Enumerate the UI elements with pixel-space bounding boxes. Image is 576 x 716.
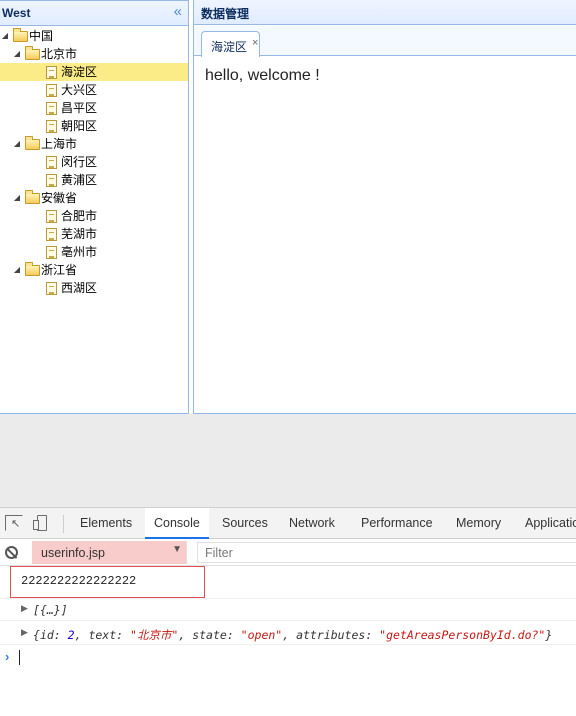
tab-content: hello, welcome ! (194, 57, 576, 413)
highlight-box (10, 566, 205, 598)
folder-open-icon (25, 190, 40, 204)
object-preview: {id: 2, text: "北京市", state: "open", attr… (33, 628, 553, 642)
tree-node[interactable]: 海淀区 (0, 63, 188, 81)
tabs-header: 海淀区 × (194, 26, 576, 57)
console-prompt-icon: › (5, 649, 10, 664)
west-panel-title: West (2, 6, 31, 20)
tree-node-label: 亳州市 (61, 245, 98, 259)
tab-network[interactable]: Network (289, 508, 335, 539)
tree-node-label: 中国 (29, 29, 54, 43)
expand-triangle-icon[interactable]: ▶ (21, 627, 28, 638)
filter-input[interactable] (197, 542, 576, 563)
tree-node[interactable]: ◢ 安徽省 (0, 189, 188, 207)
devtools-toolbar: Elements Console Sources Network Perform… (0, 508, 576, 539)
tree-node-label: 安徽省 (41, 191, 78, 205)
page-background (0, 414, 576, 507)
context-selector[interactable]: userinfo.jsp ▼ (32, 541, 187, 564)
file-icon (46, 66, 57, 79)
devtools-panel: Elements Console Sources Network Perform… (0, 507, 576, 715)
tab-haidian[interactable]: 海淀区 × (201, 31, 260, 57)
tree-node-label: 闵行区 (61, 155, 98, 169)
console-output: 2222222222222222 ▶ [{…}] ▶ {id: 2, text:… (0, 566, 576, 716)
file-icon (46, 210, 57, 223)
west-panel: West « ◢ 中国 ◢ 北京市海淀区大兴区昌平区朝阳区 ◢ 上海市闵行区黄浦区 ◢ 安徽省… (0, 0, 189, 414)
tab-performance[interactable]: Performance (361, 508, 433, 539)
toolbar-divider (63, 515, 64, 533)
tree-node-label: 海淀区 (61, 65, 98, 79)
tab-console[interactable]: Console (145, 508, 209, 539)
tab-application[interactable]: Applicatio (525, 508, 576, 539)
close-icon[interactable]: × (252, 37, 258, 49)
clear-console-icon[interactable] (5, 546, 18, 559)
tab-memory[interactable]: Memory (456, 508, 501, 539)
tree-node-label: 北京市 (41, 47, 78, 61)
context-value: userinfo.jsp (41, 546, 105, 560)
tree-node[interactable]: ◢ 中国 (0, 27, 188, 45)
expanded-triangle-icon[interactable]: ◢ (12, 261, 22, 279)
tree-node[interactable]: 大兴区 (0, 81, 188, 99)
device-toolbar-icon[interactable] (33, 515, 51, 531)
tab-label: 海淀区 (211, 40, 248, 54)
array-preview: [{…}] (33, 603, 68, 617)
region-tree: ◢ 中国 ◢ 北京市海淀区大兴区昌平区朝阳区 ◢ 上海市闵行区黄浦区 ◢ 安徽省合肥市芜湖市亳… (0, 26, 188, 297)
expanded-triangle-icon[interactable]: ◢ (12, 135, 22, 153)
tree-node-label: 芜湖市 (61, 227, 98, 241)
console-filter-bar: userinfo.jsp ▼ (0, 539, 576, 566)
console-object-line[interactable]: ▶ {id: 2, text: "北京市", state: "open", at… (0, 621, 576, 645)
tree-node[interactable]: 昌平区 (0, 99, 188, 117)
tree-node-label: 朝阳区 (61, 119, 98, 133)
tree-node-label: 合肥市 (61, 209, 98, 223)
file-icon (46, 156, 57, 169)
tree-node-label: 西湖区 (61, 281, 98, 295)
console-array-line[interactable]: ▶ [{…}] (0, 599, 576, 621)
tree-node[interactable]: 朝阳区 (0, 117, 188, 135)
file-icon (46, 120, 57, 133)
file-icon (46, 84, 57, 97)
file-icon (46, 282, 57, 295)
tree-node[interactable]: ◢ 浙江省 (0, 261, 188, 279)
folder-open-icon (25, 262, 40, 276)
file-icon (46, 246, 57, 259)
tree-node-label: 上海市 (41, 137, 78, 151)
file-icon (46, 102, 57, 115)
console-input-caret[interactable] (19, 650, 20, 665)
tree-node[interactable]: ◢ 上海市 (0, 135, 188, 153)
tree-node[interactable]: 亳州市 (0, 243, 188, 261)
tree-node[interactable]: 合肥市 (0, 207, 188, 225)
double-chevron-left-icon[interactable]: « (174, 2, 182, 22)
welcome-message: hello, welcome ! (205, 67, 320, 84)
tab-elements[interactable]: Elements (80, 508, 132, 539)
center-panel-title: 数据管理 (201, 7, 250, 21)
file-icon (46, 228, 57, 241)
tree-node-label: 昌平区 (61, 101, 98, 115)
tree-node[interactable]: 芜湖市 (0, 225, 188, 243)
tree-node[interactable]: 西湖区 (0, 279, 188, 297)
tree-node-label: 黄浦区 (61, 173, 98, 187)
tree-node-label: 浙江省 (41, 263, 78, 277)
tree-node[interactable]: 黄浦区 (0, 171, 188, 189)
center-panel: 数据管理 海淀区 × hello, welcome ! (193, 0, 576, 414)
expand-triangle-icon[interactable]: ▶ (21, 603, 28, 614)
dropdown-arrow-icon: ▼ (172, 544, 182, 555)
center-panel-header: 数据管理 (194, 0, 576, 25)
tab-sources[interactable]: Sources (222, 508, 268, 539)
tree-node[interactable]: ◢ 北京市 (0, 45, 188, 63)
file-icon (46, 174, 57, 187)
tree-node-label: 大兴区 (61, 83, 98, 97)
folder-open-icon (25, 46, 40, 60)
expanded-triangle-icon[interactable]: ◢ (0, 27, 10, 45)
inspect-element-icon[interactable] (5, 515, 23, 531)
expanded-triangle-icon[interactable]: ◢ (12, 45, 22, 63)
folder-open-icon (13, 28, 28, 42)
app-layout: West « ◢ 中国 ◢ 北京市 海淀区 大兴区 昌平区 朝阳区 ◢ 上海市 闵行区 黄浦区 ◢ 安徽省… (0, 0, 576, 414)
folder-open-icon (25, 136, 40, 150)
west-panel-header: West « (0, 1, 188, 26)
tree-node[interactable]: 闵行区 (0, 153, 188, 171)
expanded-triangle-icon[interactable]: ◢ (12, 189, 22, 207)
